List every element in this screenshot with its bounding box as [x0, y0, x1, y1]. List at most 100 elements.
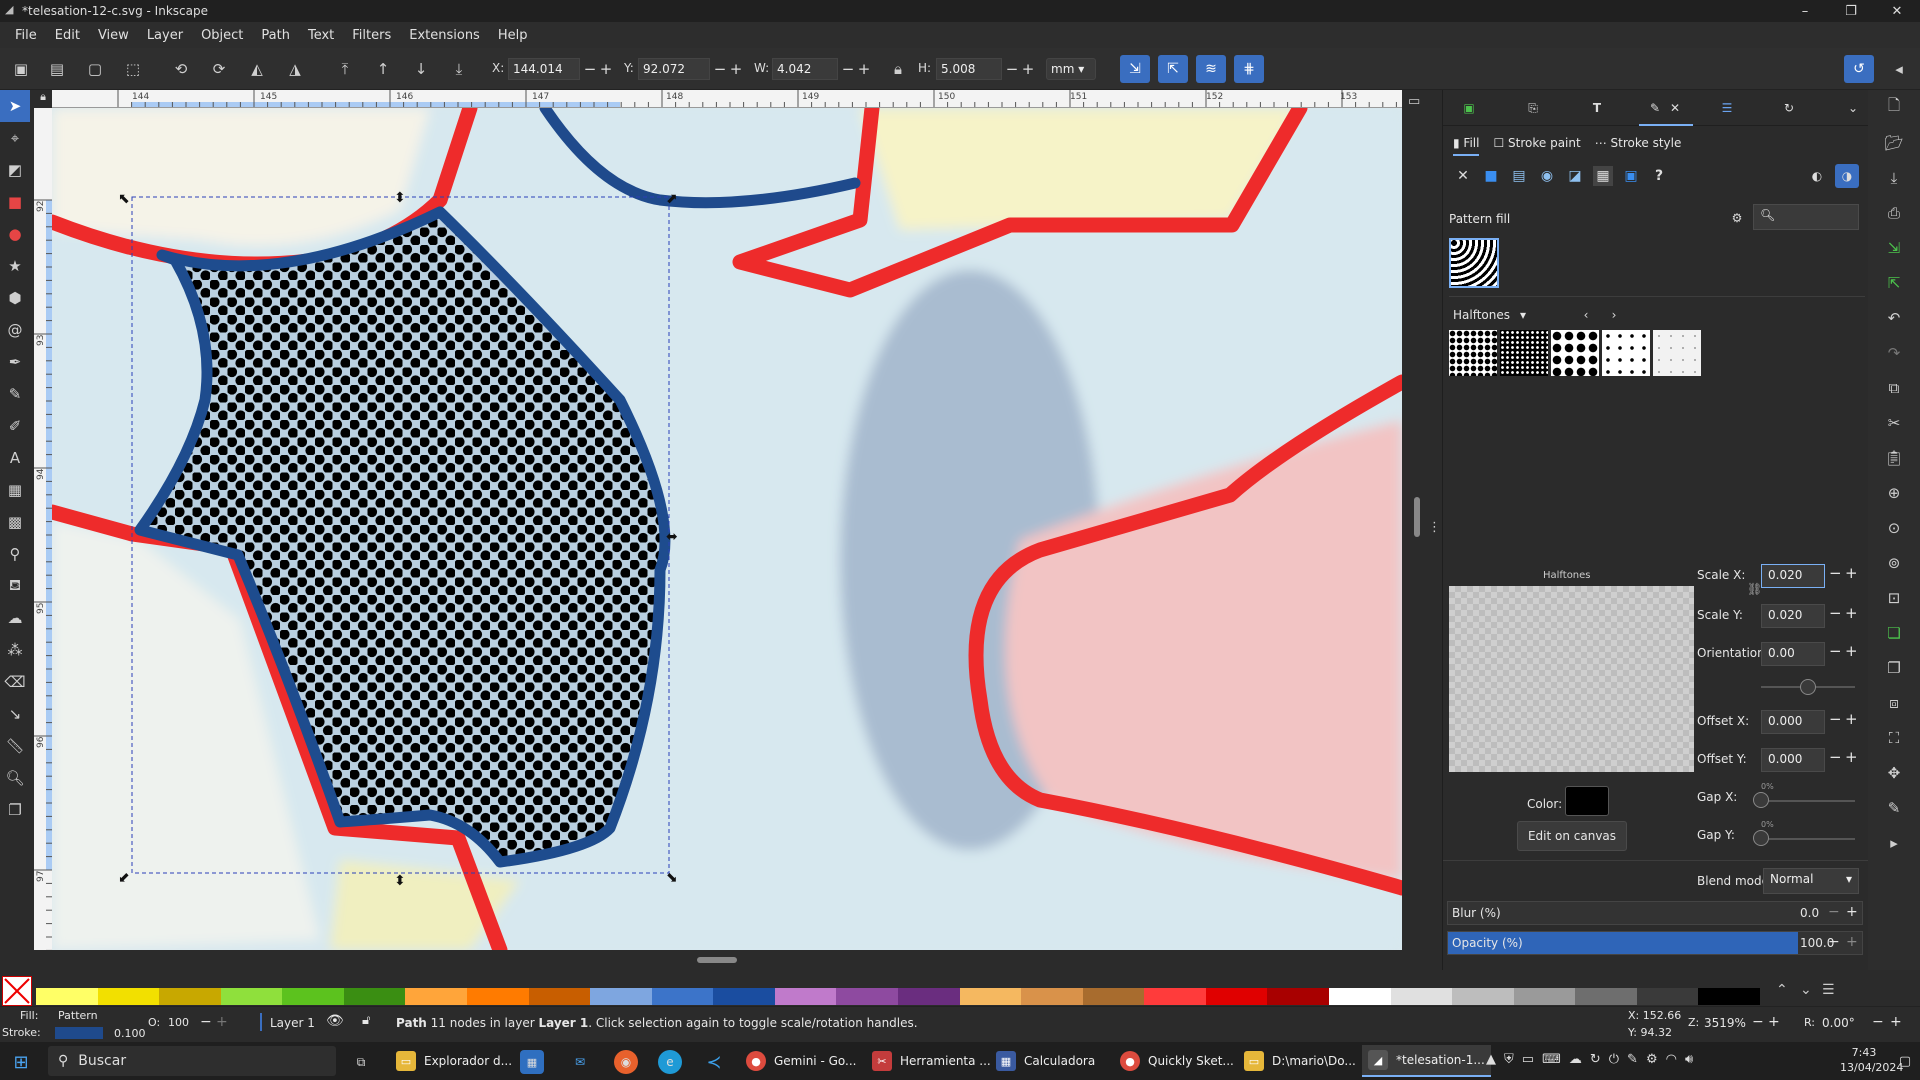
touch-select-icon[interactable]: ⬚ — [122, 58, 144, 80]
palette-swatch[interactable] — [1267, 988, 1330, 1005]
w-increment-button[interactable]: + — [856, 58, 872, 80]
radial-gradient-icon[interactable]: ◉ — [1537, 166, 1557, 186]
export-tab-icon[interactable]: ▣ — [1459, 98, 1479, 118]
y-decrement-button[interactable]: − — [712, 58, 728, 80]
pen-tool-icon[interactable]: ✒ — [0, 346, 30, 378]
scale-y-field[interactable]: 0.020 — [1761, 604, 1825, 628]
offset-x-decrement[interactable]: − — [1829, 710, 1842, 728]
handle-s-icon[interactable]: ⬍ — [394, 873, 406, 889]
palette-menu-icon[interactable]: ☰ — [1822, 982, 1835, 998]
unit-dropdown[interactable]: mm ▾ — [1046, 58, 1096, 80]
tab-fill[interactable]: ▮ Fill — [1453, 136, 1480, 156]
flip-horizontal-icon[interactable]: ◭ — [246, 58, 268, 80]
orientation-slider-handle[interactable] — [1800, 679, 1816, 695]
orientation-field[interactable]: 0.00 — [1761, 642, 1825, 666]
scale-y-increment[interactable]: + — [1845, 604, 1858, 622]
menu-filters[interactable]: Filters — [343, 28, 400, 43]
palette-swatch[interactable] — [898, 988, 961, 1005]
text-tab-icon[interactable]: T — [1587, 98, 1607, 118]
palette-swatch[interactable] — [220, 988, 283, 1005]
palette-swatch[interactable] — [959, 988, 1022, 1005]
vertical-scroll-thumb[interactable] — [1414, 497, 1420, 537]
horizontal-scroll-thumb[interactable] — [697, 957, 737, 963]
rotate-up-button[interactable]: + — [1890, 1014, 1902, 1030]
lock-proportions-icon[interactable]: 🔒︎ — [887, 58, 909, 80]
palette-swatch[interactable] — [36, 988, 99, 1005]
star-tool-icon[interactable]: ★ — [0, 250, 30, 282]
opacity-up-button[interactable]: + — [216, 1014, 228, 1030]
fill-indicator-value[interactable]: Pattern — [58, 1009, 98, 1022]
palette-swatch[interactable] — [713, 988, 776, 1005]
gap-y-slider-track[interactable] — [1761, 838, 1855, 840]
pencil-tool-icon[interactable]: ✎ — [0, 378, 30, 410]
tray-sync-icon[interactable]: ↻ — [1590, 1052, 1601, 1067]
menu-help[interactable]: Help — [489, 28, 537, 43]
box3d-tool-icon[interactable]: ⬢ — [0, 282, 30, 314]
palette-swatch[interactable] — [1452, 988, 1515, 1005]
scale-stroke-button[interactable]: ⇲ — [1120, 55, 1150, 83]
scale-y-decrement[interactable]: − — [1829, 604, 1842, 622]
handle-sw-icon[interactable]: ⬋ — [118, 870, 130, 886]
tray-shield-icon[interactable]: ⛨ — [1504, 1052, 1514, 1067]
pattern-dots-small[interactable] — [1449, 330, 1497, 376]
no-color-swatch[interactable] — [2, 976, 32, 1006]
gap-x-slider-track[interactable] — [1761, 800, 1855, 802]
select-all-layers-icon[interactable]: ▤ — [46, 58, 68, 80]
h-decrement-button[interactable]: − — [1004, 58, 1020, 80]
taskbar-app-sketch[interactable]: ● Quickly Sket... — [1114, 1045, 1240, 1077]
palette-up-icon[interactable]: ⌃ — [1776, 982, 1788, 998]
print-icon[interactable]: ⎙ — [1868, 195, 1920, 230]
open-icon[interactable]: 📂︎ — [1868, 125, 1920, 160]
w-field[interactable]: 4.042 — [772, 58, 838, 80]
group-icon[interactable]: ⛶ — [1868, 720, 1920, 755]
tweak-tool-icon[interactable]: ☁ — [0, 602, 30, 634]
move-patterns-button[interactable]: ⋕ — [1234, 55, 1264, 83]
clock[interactable]: 7:43 13/04/2024 — [1840, 1045, 1903, 1075]
pattern-dots-large[interactable] — [1551, 330, 1599, 376]
tray-cloud-icon[interactable]: ☁ — [1569, 1052, 1582, 1067]
zoom-page-icon[interactable]: ⊚ — [1868, 545, 1920, 580]
rotate-cw-icon[interactable]: ⟳ — [208, 58, 230, 80]
tray-power-icon[interactable]: ⏻ — [1609, 1052, 1619, 1067]
palette-swatch[interactable] — [1390, 988, 1453, 1005]
palette-swatch[interactable] — [836, 988, 899, 1005]
gap-x-slider-handle[interactable] — [1753, 792, 1769, 808]
taskbar-app-gemini[interactable]: ● Gemini - Go... — [740, 1045, 862, 1077]
selector-tool-icon[interactable]: ➤ — [0, 90, 30, 122]
layer-lock-icon[interactable]: 🔓︎ — [362, 1013, 370, 1028]
lower-icon[interactable]: ↓ — [410, 58, 432, 80]
palette-swatch[interactable] — [528, 988, 591, 1005]
palette-swatch[interactable] — [1082, 988, 1145, 1005]
text-tool-icon[interactable]: A — [0, 442, 30, 474]
minimize-button[interactable]: – — [1782, 0, 1828, 22]
y-increment-button[interactable]: + — [728, 58, 744, 80]
mesh-tool-icon[interactable]: ▩ — [0, 506, 30, 538]
shape-builder-icon[interactable]: ◩ — [0, 154, 30, 186]
no-paint-icon[interactable]: ✕ — [1453, 166, 1473, 186]
orientation-decrement[interactable]: − — [1829, 642, 1842, 660]
paint-bucket-icon[interactable]: ⛾ — [0, 570, 30, 602]
offset-x-field[interactable]: 0.000 — [1761, 710, 1825, 734]
clone-icon[interactable]: ❐ — [1868, 650, 1920, 685]
swatch-icon[interactable]: ▣ — [1621, 166, 1641, 186]
current-pattern-swatch[interactable] — [1449, 238, 1499, 288]
menu-object[interactable]: Object — [192, 28, 252, 43]
document-properties-tab-icon[interactable]: ⎘ — [1523, 98, 1543, 118]
menu-file[interactable]: File — [6, 28, 46, 43]
horizontal-scrollbar[interactable]: ⚙ — [52, 950, 1418, 970]
palette-swatch[interactable] — [1205, 988, 1268, 1005]
pattern-icon[interactable]: ▦ — [1593, 166, 1613, 186]
zoom-width-icon[interactable]: ⊡ — [1868, 580, 1920, 615]
palette-swatch[interactable] — [651, 988, 714, 1005]
menu-edit[interactable]: Edit — [46, 28, 89, 43]
stroke-width-value[interactable]: 0.100 — [114, 1027, 146, 1040]
windows-start-icon[interactable]: ⊞ — [10, 1051, 32, 1073]
maximize-button[interactable]: ❐ — [1828, 0, 1874, 22]
vertical-scrollbar[interactable]: ▭ ⋮ — [1402, 90, 1442, 970]
menu-path[interactable]: Path — [252, 28, 299, 43]
palette-swatch[interactable] — [1144, 988, 1207, 1005]
blur-increment[interactable]: + — [1846, 904, 1858, 920]
handle-se-icon[interactable]: ⬊ — [666, 870, 678, 886]
taskbar-app-calculator[interactable]: ▦ Calculadora — [990, 1045, 1101, 1077]
mesh-gradient-icon[interactable]: ◪ — [1565, 166, 1585, 186]
